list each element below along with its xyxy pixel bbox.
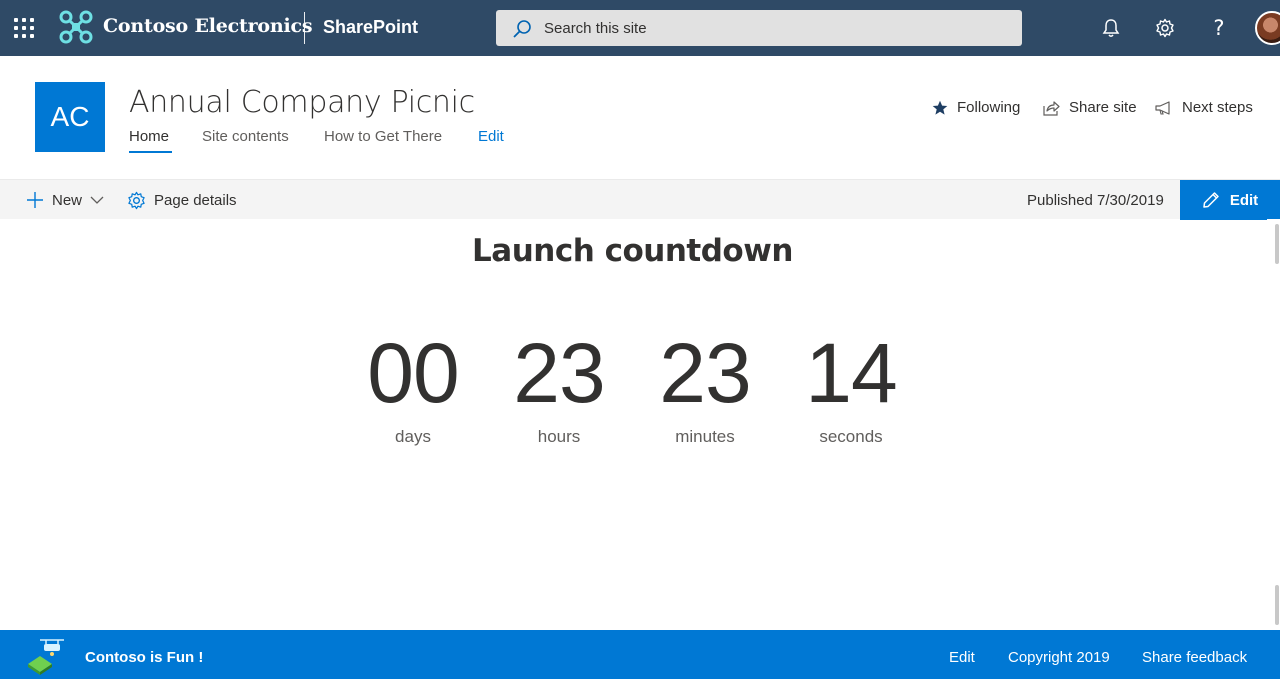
chevron-down-icon (90, 196, 104, 204)
plus-icon (27, 192, 43, 208)
new-button[interactable]: New (26, 180, 104, 220)
page-details-button[interactable]: Page details (127, 180, 237, 220)
next-steps-label: Next steps (1182, 99, 1253, 116)
search-box[interactable] (496, 10, 1022, 46)
countdown-days: 00 days (340, 325, 486, 447)
nav-how-to-get-there[interactable]: How to Get There (324, 128, 442, 145)
nav-active-indicator (129, 151, 172, 153)
scrollbar-thumb-top[interactable] (1275, 224, 1279, 264)
drone-logo-icon (28, 639, 64, 675)
megaphone-icon (1155, 100, 1170, 115)
suite-bar: Contoso Electronics SharePoint ? (0, 0, 1280, 56)
suite-divider (304, 12, 305, 44)
minutes-label: minutes (675, 427, 735, 446)
user-avatar[interactable] (1255, 11, 1280, 45)
seconds-label: seconds (819, 427, 883, 446)
gear-icon (128, 191, 145, 209)
site-title[interactable]: Annual Company Picnic (129, 85, 475, 120)
star-filled-icon (932, 100, 948, 115)
following-button[interactable]: Following (932, 99, 1020, 116)
contoso-logo-icon[interactable] (58, 9, 94, 45)
footer-copyright-link[interactable]: Copyright 2019 (1008, 649, 1110, 666)
nav-edit-link[interactable]: Edit (478, 128, 504, 145)
seconds-value: 14 (805, 326, 897, 420)
footer-share-feedback-link[interactable]: Share feedback (1142, 649, 1247, 666)
app-name[interactable]: SharePoint (323, 17, 418, 38)
org-name[interactable]: Contoso Electronics (103, 15, 313, 37)
notifications-bell-icon[interactable] (1097, 14, 1125, 42)
page-scrollbar[interactable] (1267, 219, 1280, 630)
footer-edit-link[interactable]: Edit (949, 649, 975, 666)
scrollbar-thumb-bottom[interactable] (1275, 585, 1279, 625)
countdown-hours: 23 hours (486, 325, 632, 447)
nav-home[interactable]: Home (129, 128, 169, 145)
days-label: days (395, 427, 431, 446)
hours-label: hours (537, 427, 581, 446)
next-steps-button[interactable]: Next steps (1155, 99, 1253, 116)
published-status: Published 7/30/2019 (1027, 192, 1164, 209)
settings-gear-icon[interactable] (1151, 14, 1179, 42)
site-footer: Contoso is Fun ! Edit Copyright 2019 Sha… (0, 630, 1280, 679)
search-input[interactable] (544, 10, 1004, 46)
countdown-title: Launch countdown (472, 233, 793, 269)
share-site-label: Share site (1069, 99, 1137, 116)
share-icon (1043, 100, 1060, 116)
hours-value: 23 (513, 326, 605, 420)
countdown-seconds: 14 seconds (778, 325, 924, 447)
nav-site-contents[interactable]: Site contents (202, 128, 289, 145)
command-bar: New Page details Published 7/30/2019 Edi… (0, 179, 1280, 220)
edit-page-button[interactable]: Edit (1180, 180, 1280, 220)
page-details-label: Page details (154, 191, 237, 209)
site-logo[interactable]: AC (35, 82, 105, 152)
footer-site-name[interactable]: Contoso is Fun ! (85, 649, 203, 666)
minutes-value: 23 (659, 326, 751, 420)
search-icon (513, 20, 531, 38)
edit-label: Edit (1229, 191, 1259, 209)
new-label: New (52, 191, 83, 209)
pencil-icon (1203, 192, 1219, 208)
following-label: Following (957, 99, 1021, 116)
days-value: 00 (367, 326, 459, 420)
help-icon[interactable]: ? (1205, 14, 1233, 42)
app-launcher-icon[interactable] (12, 16, 36, 40)
share-site-button[interactable]: Share site (1043, 99, 1137, 116)
countdown-minutes: 23 minutes (632, 325, 778, 447)
